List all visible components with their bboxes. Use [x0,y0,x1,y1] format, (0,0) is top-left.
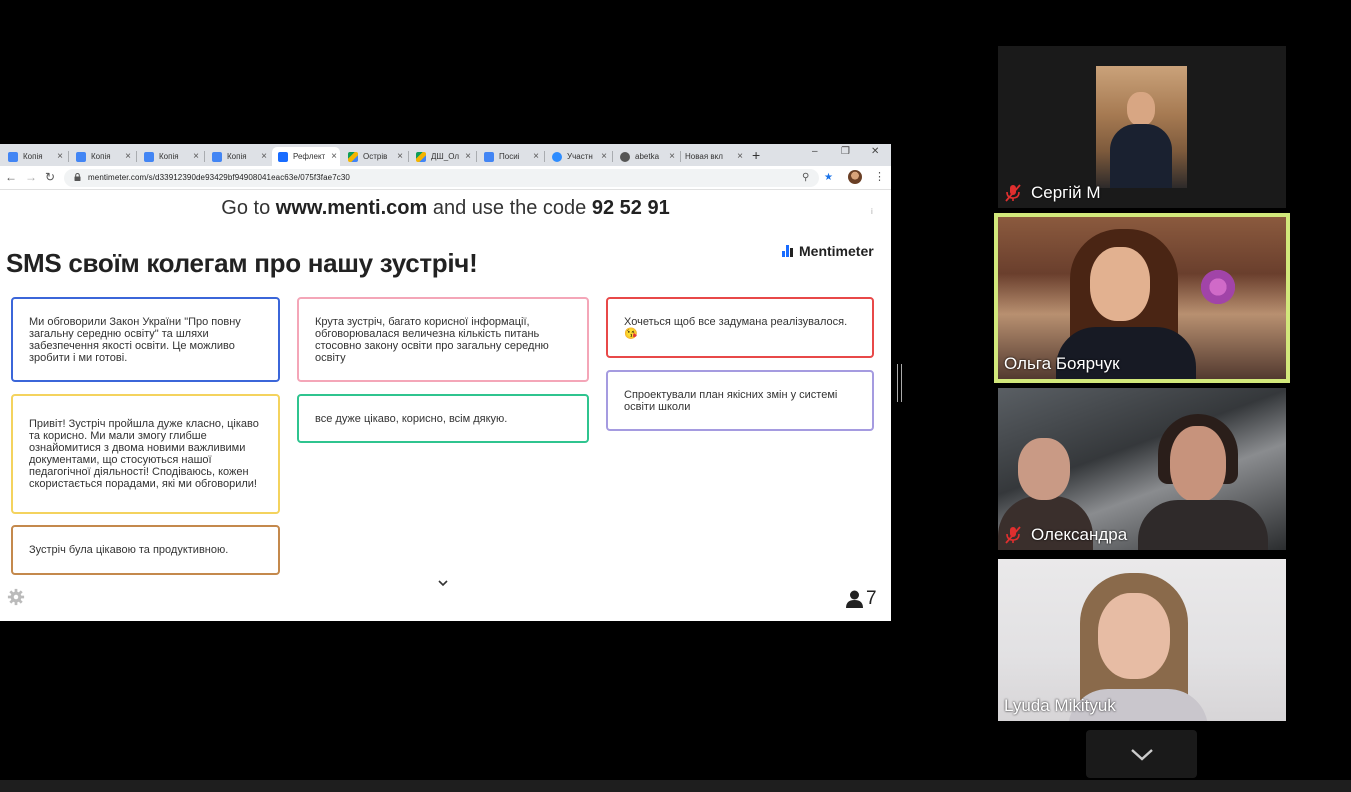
close-icon[interactable]: × [258,151,270,162]
tab-title: Копія [91,152,111,161]
toolbar: ← → ↻ mentimeter.com/s/d33912390de93429b… [0,166,891,190]
globe-icon [620,151,630,162]
join-site: www.menti.com [275,197,428,219]
tab-title: Копія [227,152,247,161]
profile-avatar[interactable] [848,170,862,184]
chevron-down-icon [1131,749,1153,761]
close-icon[interactable]: × [328,151,340,162]
participant-name-label: Олександра [1004,525,1127,545]
close-icon[interactable]: × [666,151,678,162]
close-icon[interactable]: × [462,151,474,162]
close-icon[interactable]: × [734,151,746,162]
close-window-button[interactable]: ✕ [871,146,879,157]
join-instructions: Go to www.menti.com and use the code 92 … [221,197,670,219]
participant-name-label: Lyuda Mikityuk [1004,696,1116,715]
mentimeter-logo: Mentimeter [782,243,874,259]
mic-muted-icon [1005,184,1021,202]
forward-button[interactable]: → [25,170,37,184]
google-docs-icon [212,151,222,162]
star-icon[interactable]: ★ [824,172,833,183]
tab-title: Копія [159,152,179,161]
tab-title: Новая вкл [685,152,723,161]
response-card: Привіт! Зустріч пройшла дуже класно, цік… [11,394,280,514]
response-card: все дуже цікаво, корисно, всім дякую. [297,394,589,443]
tab-4-active[interactable]: Рефлект × [272,147,340,166]
participant-video [1096,66,1187,188]
gear-icon[interactable] [7,588,25,606]
tab-9[interactable]: abetka × [614,147,678,166]
mentimeter-presentation: Go to www.menti.com and use the code 92 … [0,191,891,621]
participant-counter: 7 [846,588,877,610]
response-card: Зустріч була цікавою та продуктивною. [11,525,280,575]
close-icon[interactable]: × [598,151,610,162]
participant-name-label: Ольга Боярчук [1004,354,1120,373]
tab-1[interactable]: Копія × [70,147,134,166]
tab-title: abetka [635,152,660,161]
zoom-icon [552,151,562,162]
mentimeter-logo-icon [782,245,794,257]
tab-2[interactable]: Копія × [138,147,202,166]
close-icon[interactable]: × [54,151,66,162]
video-tile-active-speaker[interactable]: Ольга Боярчук [994,213,1290,383]
response-card: Крута зустріч, багато корисної інформаці… [297,297,589,382]
menu-icon[interactable]: ⋮ [874,170,885,183]
join-code: 92 52 91 [591,197,670,219]
close-icon[interactable]: × [394,151,406,162]
tab-title: Острів [363,152,388,161]
google-docs-icon [484,151,494,162]
chevron-down-icon[interactable] [438,579,448,587]
mentimeter-icon [278,151,288,162]
video-tile[interactable]: Lyuda Mikityuk [998,559,1286,721]
response-card: Ми обговорили Закон України "Про повну з… [11,297,280,382]
close-icon[interactable]: × [530,151,542,162]
scroll-participants-down-button[interactable] [1086,730,1197,778]
mic-muted-icon [1005,526,1021,544]
google-docs-icon [144,151,154,162]
new-tab-button[interactable]: + [752,147,760,163]
close-icon[interactable]: × [190,151,202,162]
tab-title: Участн [567,152,593,161]
search-icon[interactable]: ⚲ [802,172,809,183]
participant-name-label: Сергій М [1004,183,1101,203]
participant-count: 7 [866,588,877,609]
reload-button[interactable]: ↻ [45,170,55,184]
tab-10[interactable]: Новая вкл × [682,147,746,166]
tab-title: Копія [23,152,43,161]
person-icon [846,590,863,608]
tab-title: Посиі [499,152,520,161]
tab-8[interactable]: Участн × [546,147,610,166]
tab-3[interactable]: Копія × [206,147,270,166]
info-icon[interactable]: i [871,207,873,216]
panel-resize-handle[interactable] [897,364,902,402]
slide-title: SMS своїм колегам про нашу зустріч! [6,248,478,278]
tab-title: ДШ_Ол [431,152,459,161]
lock-icon [74,173,81,181]
tab-7[interactable]: Посиі × [478,147,542,166]
back-button[interactable]: ← [5,170,17,184]
tab-title: Рефлект [293,152,326,161]
google-drive-icon [348,151,358,162]
video-tile[interactable]: Олександра [998,388,1286,550]
tab-0[interactable]: Копія × [2,147,66,166]
google-docs-icon [8,151,18,162]
zoom-meeting-window: Копія × Копія × Копія × Копія × Рефлект … [0,0,1351,792]
url-text: mentimeter.com/s/d33912390de93429bf94908… [88,173,350,182]
video-tile[interactable]: Сергій М [998,46,1286,208]
google-docs-icon [76,151,86,162]
response-card: Спроектували план якісних змін у системі… [606,370,874,431]
meeting-controls-bar [0,780,1351,792]
tab-5[interactable]: Острів × [342,147,406,166]
minimize-button[interactable]: – [812,146,818,157]
response-card: Хочеться щоб все задумана реалізувалося.… [606,297,874,358]
close-icon[interactable]: × [122,151,134,162]
restore-button[interactable]: ❐ [841,146,850,157]
tab-strip: Копія × Копія × Копія × Копія × Рефлект … [0,144,891,166]
address-bar[interactable]: mentimeter.com/s/d33912390de93429bf94908… [64,169,833,187]
shared-screen-browser: Копія × Копія × Копія × Копія × Рефлект … [0,144,891,621]
tab-6[interactable]: ДШ_Ол × [410,147,474,166]
google-drive-icon [416,151,426,162]
